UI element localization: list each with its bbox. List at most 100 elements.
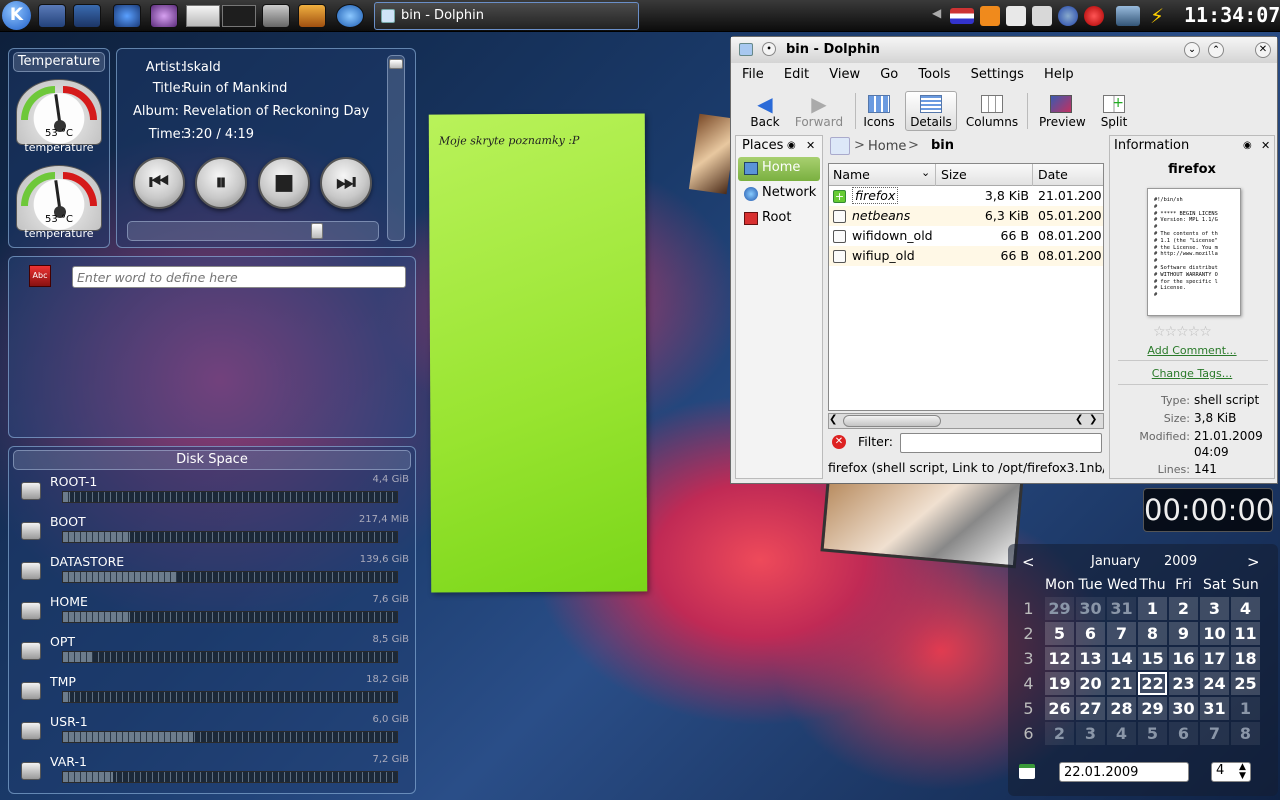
network-icon[interactable]: [113, 4, 141, 28]
prev-month-button[interactable]: <: [1022, 553, 1035, 571]
calendar-day[interactable]: 5: [1138, 722, 1167, 745]
media-icon[interactable]: [150, 4, 178, 28]
calendar-day[interactable]: 6: [1169, 722, 1198, 745]
calendar-day[interactable]: 24: [1200, 672, 1229, 695]
calendar-day[interactable]: 9: [1169, 622, 1198, 645]
calendar-day[interactable]: 29: [1045, 597, 1074, 620]
scroll-left-icon[interactable]: ❮: [829, 414, 837, 425]
calendar-day[interactable]: 13: [1076, 647, 1105, 670]
calendar-day[interactable]: 10: [1200, 622, 1229, 645]
desktop-icon[interactable]: [73, 4, 101, 28]
menu-file[interactable]: File: [742, 67, 764, 82]
minimize-button[interactable]: ⌄: [1184, 42, 1200, 58]
stop-button[interactable]: ■: [258, 157, 310, 209]
calendar-day[interactable]: 31: [1200, 697, 1229, 720]
calendar-day[interactable]: 16: [1169, 647, 1198, 670]
menu-help[interactable]: Help: [1044, 67, 1074, 82]
timer-display[interactable]: 00:00:00: [1143, 488, 1274, 532]
columns-view-button[interactable]: Columns: [965, 95, 1019, 129]
rss-icon[interactable]: [980, 6, 1000, 26]
calendar-day[interactable]: 17: [1200, 647, 1229, 670]
icons-view-button[interactable]: Icons: [861, 95, 897, 129]
file-row[interactable]: wifiup_old 66 B 08.01.200: [829, 246, 1103, 266]
rating-stars-icon[interactable]: ☆☆☆☆☆: [1153, 324, 1212, 340]
places-item-home[interactable]: Home: [738, 157, 820, 181]
calendar-day[interactable]: 27: [1076, 697, 1105, 720]
places-item-root[interactable]: Root: [738, 207, 820, 231]
breadcrumb-home[interactable]: Home: [868, 139, 906, 154]
seek-slider[interactable]: [127, 221, 379, 241]
calendar-day[interactable]: 1: [1138, 597, 1167, 620]
sticky-icon[interactable]: •: [762, 42, 776, 56]
volume-slider[interactable]: [387, 55, 405, 241]
week-spinbox[interactable]: 4 ▲ ▼: [1211, 762, 1251, 782]
calendar-day[interactable]: 29: [1138, 697, 1167, 720]
browser-icon[interactable]: [336, 4, 364, 28]
preview-button[interactable]: Preview: [1039, 95, 1086, 129]
maximize-button[interactable]: ⌃: [1208, 42, 1224, 58]
next-button[interactable]: ⏭: [320, 157, 372, 209]
app-icon[interactable]: [298, 4, 326, 28]
note-text[interactable]: Moje skryte poznamky :P: [439, 134, 580, 148]
menu-edit[interactable]: Edit: [784, 67, 809, 82]
info-float-icon[interactable]: ◉: [1243, 140, 1252, 151]
add-comment-link[interactable]: Add Comment...: [1110, 344, 1274, 357]
calendar-day[interactable]: 31: [1107, 597, 1136, 620]
calendar-day[interactable]: 3: [1076, 722, 1105, 745]
filter-input[interactable]: [900, 433, 1102, 453]
clock[interactable]: 11:34:07: [1184, 3, 1280, 27]
info-close-icon[interactable]: ✕: [1261, 139, 1270, 152]
task-dolphin[interactable]: bin - Dolphin: [374, 2, 639, 30]
close-button[interactable]: ✕: [1255, 42, 1271, 58]
date-input[interactable]: [1059, 762, 1189, 782]
column-size[interactable]: Size: [941, 167, 967, 182]
calendar-day[interactable]: 15: [1138, 647, 1167, 670]
calendar-day[interactable]: 8: [1138, 622, 1167, 645]
kde-menu-icon[interactable]: K: [2, 1, 31, 30]
menu-go[interactable]: Go: [880, 67, 898, 82]
calendar-day[interactable]: 20: [1076, 672, 1105, 695]
desktop-pager-1[interactable]: [186, 5, 220, 27]
dictionary-input[interactable]: [72, 266, 406, 288]
clear-filter-icon[interactable]: ✕: [832, 435, 846, 449]
calendar-day[interactable]: 7: [1200, 722, 1229, 745]
sticky-note[interactable]: Moje skryte poznamky :P: [428, 113, 648, 593]
menu-settings[interactable]: Settings: [971, 67, 1024, 82]
pause-button[interactable]: ⏸: [195, 157, 247, 209]
calendar-day[interactable]: 22: [1138, 672, 1167, 695]
spin-arrows-icon[interactable]: ▲ ▼: [1239, 763, 1246, 781]
calendar-day[interactable]: 5: [1045, 622, 1074, 645]
calendar-day[interactable]: 26: [1045, 697, 1074, 720]
sort-chevron-icon[interactable]: ⌄: [921, 166, 930, 179]
menu-tools[interactable]: Tools: [918, 67, 950, 82]
battery-icon[interactable]: ⚡: [1150, 6, 1176, 26]
no-entry-icon[interactable]: [1084, 6, 1104, 26]
calendar-day[interactable]: 1: [1231, 697, 1260, 720]
scroll-left-icon[interactable]: ❮: [1075, 414, 1083, 425]
home-folder-icon[interactable]: [38, 4, 66, 28]
window-icon[interactable]: [262, 4, 290, 28]
calendar-day[interactable]: 21: [1107, 672, 1136, 695]
calendar-day[interactable]: 2: [1045, 722, 1074, 745]
calendar-day[interactable]: 7: [1107, 622, 1136, 645]
calendar-day[interactable]: 12: [1045, 647, 1074, 670]
tray-arrow-icon[interactable]: ◀: [932, 6, 942, 26]
menu-view[interactable]: View: [829, 67, 860, 82]
scrollbar-handle[interactable]: [843, 415, 941, 427]
back-button[interactable]: ◀ Back: [747, 94, 783, 129]
safari-icon[interactable]: [1058, 6, 1078, 26]
calendar-day[interactable]: 30: [1169, 697, 1198, 720]
calendar-day[interactable]: 11: [1231, 622, 1260, 645]
places-float-icon[interactable]: ◉: [787, 140, 796, 151]
calendar-icon[interactable]: [1019, 764, 1035, 779]
calendar-day[interactable]: 2: [1169, 597, 1198, 620]
split-button[interactable]: + Split: [1095, 95, 1133, 129]
places-item-network[interactable]: Network: [738, 182, 820, 206]
year-label[interactable]: 2009: [1164, 554, 1197, 569]
calendar-day[interactable]: 30: [1076, 597, 1105, 620]
keyboard-layout-icon[interactable]: [950, 8, 974, 24]
calendar-day[interactable]: 25: [1231, 672, 1260, 695]
file-row[interactable]: wifidown_old 66 B 08.01.200: [829, 226, 1103, 246]
places-close-icon[interactable]: ✕: [806, 139, 815, 152]
calendar-day[interactable]: 28: [1107, 697, 1136, 720]
